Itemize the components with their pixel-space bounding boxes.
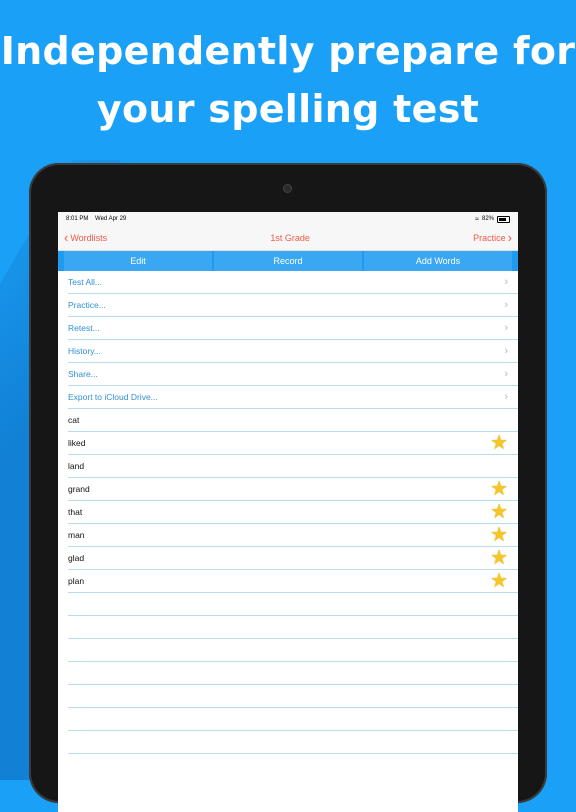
- chevron-right-icon: ›: [504, 391, 508, 403]
- back-button[interactable]: ‹ Wordlists: [64, 230, 108, 245]
- practice-button[interactable]: Practice ›: [473, 230, 512, 245]
- action-label: History...: [68, 346, 101, 356]
- action-label: Test All...: [68, 277, 103, 287]
- wifi-icon: ≈: [475, 215, 479, 223]
- word-text: land: [68, 461, 85, 471]
- wordlist-table: Test All... › Practice... › Retest... › …: [58, 271, 518, 754]
- word-text: liked: [68, 438, 86, 448]
- camera-icon: [284, 185, 291, 192]
- word-text: plan: [68, 576, 85, 586]
- empty-row: [68, 685, 518, 708]
- chevron-right-icon: ›: [504, 345, 508, 357]
- action-label: Practice...: [68, 300, 106, 310]
- practice-label: Practice: [473, 233, 506, 243]
- app-screen: 8:01 PM Wed Apr 29 ≈ 82% ‹ Wordlists 1st…: [58, 212, 518, 812]
- word-text: glad: [68, 553, 85, 563]
- headline: Independently prepare for your spelling …: [0, 22, 576, 138]
- word-row[interactable]: that ★: [68, 501, 518, 524]
- action-label: Export to iCloud Drive...: [68, 392, 158, 402]
- empty-rows: [58, 593, 518, 754]
- action-history[interactable]: History... ›: [68, 340, 518, 363]
- battery-percent: 82%: [481, 216, 494, 222]
- word-row[interactable]: land: [68, 455, 518, 478]
- empty-row: [68, 708, 518, 731]
- star-icon: ★: [490, 524, 508, 546]
- chevron-right-icon: ›: [507, 230, 512, 245]
- empty-row: [68, 731, 518, 754]
- word-text: man: [68, 530, 85, 540]
- status-time: 8:01 PM: [66, 216, 89, 222]
- chevron-right-icon: ›: [504, 322, 508, 334]
- word-row[interactable]: cat: [68, 409, 518, 432]
- star-icon: ★: [490, 501, 508, 523]
- star-icon: ★: [490, 432, 508, 454]
- action-export-icloud[interactable]: Export to iCloud Drive... ›: [68, 386, 518, 409]
- chevron-right-icon: ›: [504, 368, 508, 380]
- chevron-right-icon: ›: [504, 276, 508, 288]
- word-text: cat: [68, 415, 80, 425]
- word-text: that: [68, 507, 83, 517]
- action-retest[interactable]: Retest... ›: [68, 317, 518, 340]
- battery-icon: [497, 215, 510, 223]
- word-row[interactable]: plan ★: [68, 570, 518, 593]
- action-label: Share...: [68, 369, 98, 379]
- add-words-button[interactable]: Add Words: [364, 251, 512, 271]
- word-row[interactable]: glad ★: [68, 547, 518, 570]
- action-test-all[interactable]: Test All... ›: [68, 271, 518, 294]
- headline-line-2: your spelling test: [96, 87, 480, 131]
- action-label: Retest...: [68, 323, 100, 333]
- toolbar: Edit Record Add Words: [58, 251, 518, 271]
- word-row[interactable]: man ★: [68, 524, 518, 547]
- status-date: Wed Apr 29: [95, 216, 127, 222]
- chevron-left-icon: ‹: [64, 230, 69, 245]
- action-practice[interactable]: Practice... ›: [68, 294, 518, 317]
- status-bar: 8:01 PM Wed Apr 29 ≈ 82%: [58, 212, 518, 226]
- chevron-right-icon: ›: [504, 299, 508, 311]
- tablet-frame: 8:01 PM Wed Apr 29 ≈ 82% ‹ Wordlists 1st…: [29, 163, 547, 812]
- empty-row: [68, 662, 518, 685]
- navigation-bar: ‹ Wordlists 1st Grade Practice ›: [58, 226, 518, 251]
- edit-button[interactable]: Edit: [64, 251, 212, 271]
- word-rows: cat liked ★ land grand ★ that ★ man ★ glad ★ plan ★: [58, 409, 518, 593]
- empty-row: [68, 639, 518, 662]
- status-left: 8:01 PM Wed Apr 29: [66, 216, 126, 222]
- star-icon: ★: [490, 478, 508, 500]
- star-icon: ★: [490, 547, 508, 569]
- word-row[interactable]: grand ★: [68, 478, 518, 501]
- status-right: ≈ 82%: [475, 215, 510, 223]
- word-text: grand: [68, 484, 90, 494]
- headline-line-1: Independently prepare for: [0, 29, 576, 73]
- record-button[interactable]: Record: [214, 251, 362, 271]
- empty-row: [68, 593, 518, 616]
- action-share[interactable]: Share... ›: [68, 363, 518, 386]
- back-label: Wordlists: [70, 233, 108, 243]
- star-icon: ★: [490, 570, 508, 592]
- word-row[interactable]: liked ★: [68, 432, 518, 455]
- empty-row: [68, 616, 518, 639]
- page-title: 1st Grade: [270, 233, 310, 243]
